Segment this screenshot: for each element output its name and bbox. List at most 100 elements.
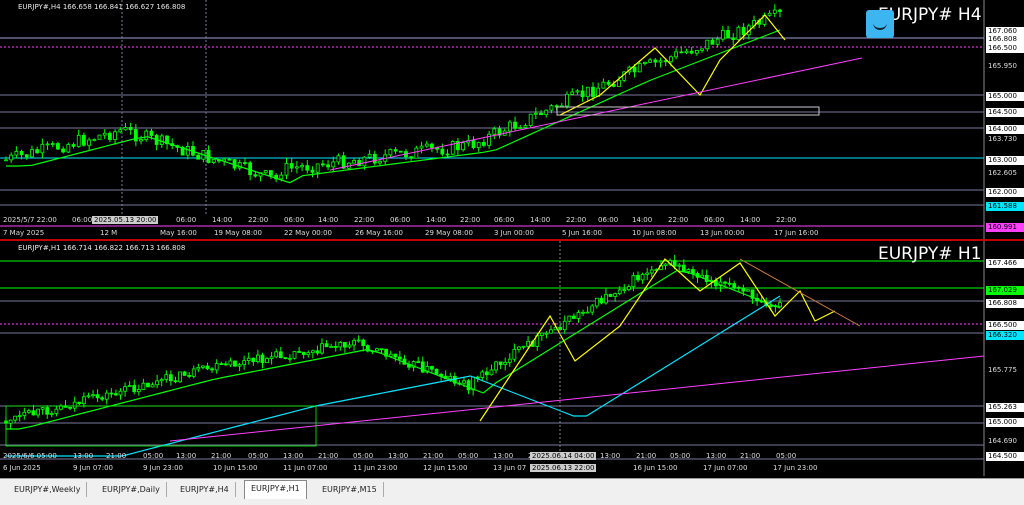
candle-body: [109, 392, 114, 395]
tab-m15[interactable]: EURJPY#,M15: [316, 482, 384, 497]
candle-body: [310, 169, 315, 173]
candle-body: [182, 371, 187, 376]
candle-body: [196, 366, 201, 370]
candle-body: [512, 348, 517, 360]
time-axis-label: 06:00: [390, 216, 411, 224]
candle-body: [255, 354, 260, 363]
candle-body: [284, 163, 289, 176]
candle-body: [570, 91, 575, 95]
candle-body: [594, 297, 599, 307]
candle-body: [61, 148, 66, 153]
h1-chart-canvas[interactable]: [0, 241, 1024, 476]
candle-body: [767, 12, 772, 16]
tab-daily[interactable]: EURJPY#,Daily: [96, 482, 167, 497]
candle-body: [72, 401, 77, 409]
candle-body: [375, 348, 379, 352]
time-axis-label: 13:00: [493, 452, 514, 460]
trendline: [169, 355, 985, 442]
candle-body: [97, 134, 102, 140]
time-axis-label: 22:00: [354, 216, 375, 224]
candle-body: [86, 395, 91, 398]
candle-body: [201, 365, 205, 368]
candle-body: [362, 156, 367, 167]
candle-body: [210, 368, 214, 371]
candle-body: [196, 154, 201, 160]
candle-body: [178, 371, 182, 383]
candle-body: [49, 412, 54, 415]
candle-body: [36, 408, 40, 416]
time-axis-label: 21:00: [740, 452, 761, 460]
time-axis-label: 13 Jun 00:00: [700, 229, 745, 237]
candle-body: [352, 160, 356, 164]
tab-h4[interactable]: EURJPY#,H4: [174, 482, 236, 497]
candle-body: [663, 263, 668, 266]
tab-weekly[interactable]: EURJPY#,Weekly: [8, 482, 88, 497]
candle-body: [82, 134, 86, 146]
candle-body: [17, 415, 22, 417]
candle-body: [228, 360, 233, 366]
candle-body: [329, 346, 334, 348]
candle-body: [324, 343, 329, 348]
candle-body: [471, 140, 476, 149]
h1-chart-header: EURJPY#,H1 166.714 166.822 166.713 166.8…: [18, 244, 186, 252]
candle-body: [679, 51, 684, 54]
candle-body: [517, 346, 521, 350]
crosshair-time-bubble-2: 2025.06.13 22:00: [530, 464, 597, 472]
candle-body: [87, 139, 92, 146]
candle-body: [482, 142, 486, 146]
candle-body: [372, 153, 377, 164]
time-axis-label: 22 May 00:00: [284, 229, 333, 237]
candle-body: [393, 353, 398, 358]
candle-body: [731, 37, 736, 41]
time-axis-label: 13:00: [388, 452, 409, 460]
candle-body: [636, 274, 640, 281]
candle-body: [24, 154, 29, 158]
candle-body: [274, 351, 279, 358]
candle-body: [45, 407, 50, 415]
time-axis-label: 5 Jun 16:00: [562, 229, 603, 237]
price-axis-label: 165.263: [986, 403, 1024, 412]
candle-body: [114, 393, 118, 396]
candle-body: [113, 131, 117, 140]
trendline: [329, 57, 863, 171]
price-axis-label: 166.808: [986, 35, 1024, 44]
candle-body: [658, 60, 663, 63]
candle-body: [672, 260, 677, 267]
candle-body: [214, 363, 219, 371]
h4-chart-pane[interactable]: EURJPY#,H4 166.658 166.841 166.627 166.8…: [0, 0, 1024, 240]
candle-body: [263, 170, 268, 174]
time-axis-label: 22:00: [248, 216, 269, 224]
candle-body: [305, 165, 310, 171]
candle-body: [246, 357, 251, 362]
candle-body: [704, 274, 709, 282]
price-axis-label: 162.605: [986, 169, 1024, 178]
time-axis-label: 13:00: [73, 452, 94, 460]
candle-body: [653, 59, 658, 63]
candle-body: [269, 170, 273, 176]
candle-body: [50, 143, 55, 145]
candle-body: [772, 9, 777, 14]
time-axis-label: 21:00: [423, 452, 444, 460]
time-axis-label: 06:00: [598, 216, 619, 224]
candle-body: [260, 354, 265, 364]
time-axis-label: 10 Jun 15:00: [213, 464, 258, 472]
candle-body: [19, 151, 24, 156]
time-axis-label: 29 May 08:00: [425, 229, 474, 237]
price-axis-label: 163.730: [986, 135, 1024, 144]
candle-body: [645, 272, 650, 275]
candle-body: [503, 361, 508, 366]
candle-body: [430, 366, 434, 370]
candle-body: [727, 282, 732, 285]
candle-body: [617, 289, 622, 295]
h1-chart-pane[interactable]: EURJPY#,H1 166.714 166.822 166.713 166.8…: [0, 241, 1024, 476]
candle-body: [409, 156, 414, 159]
time-axis-label: 14:00: [426, 216, 447, 224]
candle-body: [572, 315, 576, 319]
candle-body: [315, 163, 320, 173]
candle-body: [102, 132, 107, 136]
candle-body: [14, 151, 19, 156]
tab-h1[interactable]: EURJPY#,H1: [244, 480, 307, 499]
candle-body: [732, 283, 737, 288]
candle-body: [30, 149, 34, 158]
price-axis-label: 161.588: [986, 202, 1024, 211]
